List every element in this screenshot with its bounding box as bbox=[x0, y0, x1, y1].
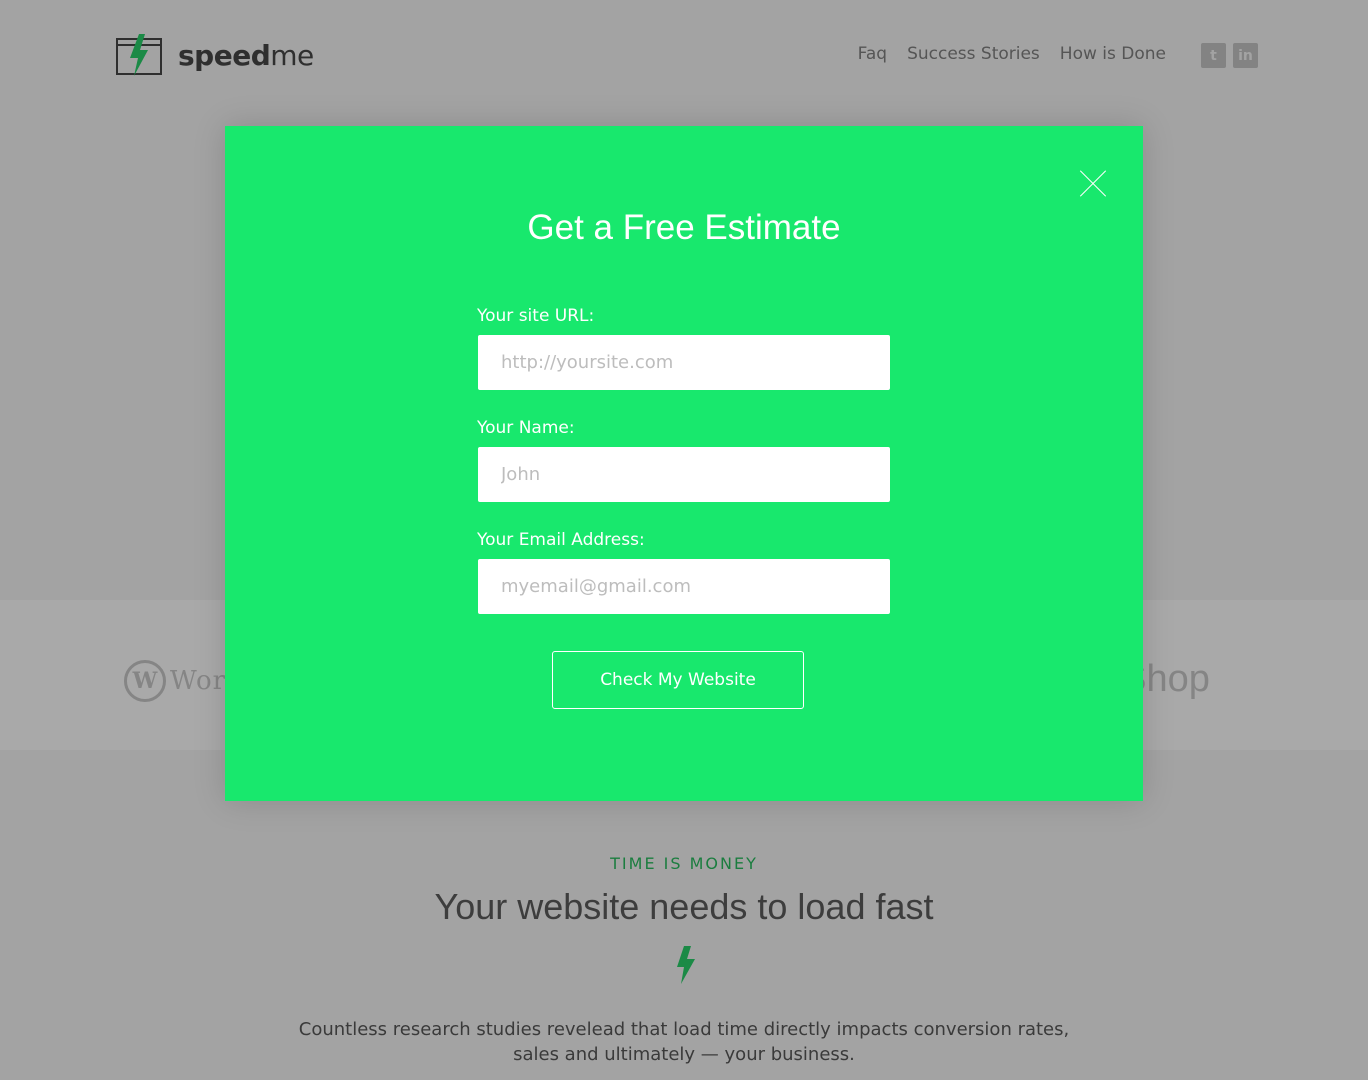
close-icon[interactable] bbox=[1079, 170, 1107, 198]
check-my-website-button[interactable]: Check My Website bbox=[552, 651, 804, 709]
brand-name: speedme bbox=[178, 38, 314, 72]
name-input[interactable] bbox=[478, 447, 890, 502]
main-nav: Faq Success Stories How is Done bbox=[858, 44, 1166, 64]
linkedin-icon[interactable]: in bbox=[1233, 43, 1258, 68]
estimate-modal: Get a Free Estimate Your site URL: Your … bbox=[225, 126, 1143, 801]
section-paragraph: Countless research studies revelead that… bbox=[298, 1019, 1070, 1065]
section-eyebrow: TIME IS MONEY bbox=[610, 854, 758, 873]
name-label: Your Name: bbox=[477, 418, 575, 438]
social-links: t in bbox=[1201, 43, 1258, 68]
logo[interactable]: speedme bbox=[116, 34, 314, 76]
lightning-icon bbox=[677, 946, 695, 984]
modal-title: Get a Free Estimate bbox=[527, 208, 841, 247]
wordpress-wordmark: Wor bbox=[170, 666, 227, 696]
email-input[interactable] bbox=[478, 559, 890, 614]
nav-faq[interactable]: Faq bbox=[858, 44, 887, 64]
wordpress-logo: W Wor bbox=[124, 660, 226, 702]
nav-how-is-done[interactable]: How is Done bbox=[1060, 44, 1166, 64]
nav-success-stories[interactable]: Success Stories bbox=[907, 44, 1040, 64]
site-url-label: Your site URL: bbox=[477, 306, 595, 326]
section-headline: Your website needs to load fast bbox=[434, 886, 934, 927]
lightning-window-icon bbox=[116, 34, 162, 76]
site-url-input[interactable] bbox=[478, 335, 890, 390]
twitter-icon[interactable]: t bbox=[1201, 43, 1226, 68]
wordpress-icon: W bbox=[124, 660, 166, 702]
email-label: Your Email Address: bbox=[477, 530, 645, 550]
